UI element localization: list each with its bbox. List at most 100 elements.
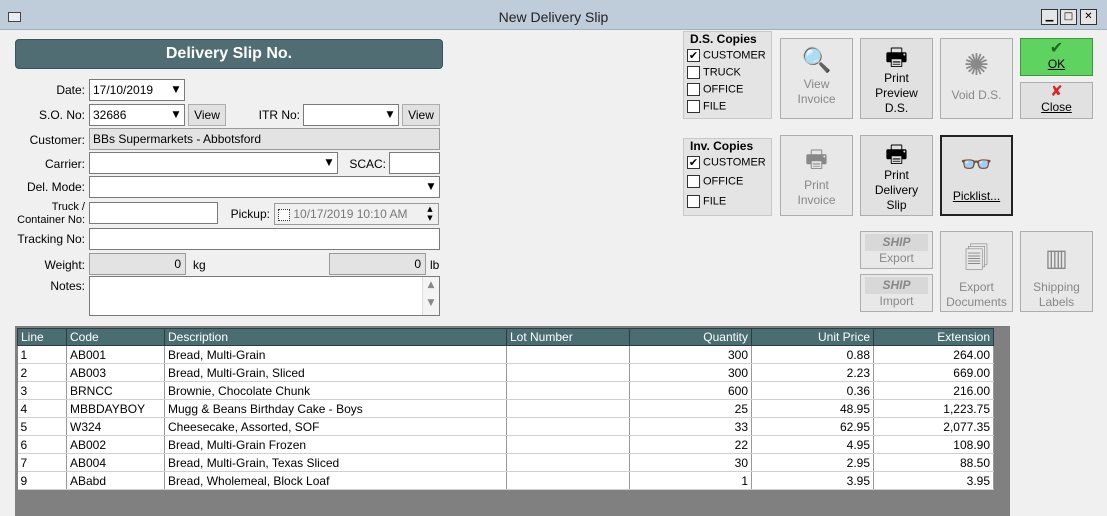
cell-code[interactable]: AB002 [66, 435, 165, 454]
cell-code[interactable]: W324 [66, 417, 165, 436]
cell-unit-price[interactable]: 2.23 [751, 363, 874, 382]
minimize-button[interactable]: ▁ [1041, 9, 1058, 25]
scac-input[interactable] [389, 152, 440, 174]
so-view-button[interactable]: View [188, 104, 226, 126]
cell-description[interactable]: Brownie, Chocolate Chunk [164, 381, 507, 400]
inv-copy-file[interactable]: FILE [687, 195, 726, 208]
chevron-down-icon[interactable]: ▼ [168, 80, 184, 100]
checkbox-icon[interactable] [687, 195, 700, 208]
cell-code[interactable]: MBBDAYBOY [66, 399, 165, 418]
cell-extension[interactable]: 88.50 [873, 453, 994, 472]
ok-button[interactable]: ✔ OK [1020, 38, 1093, 76]
pickup-checkbox[interactable] [278, 208, 290, 221]
table-row[interactable]: 5 W324 Cheesecake, Assorted, SOF 33 62.95 2,0… [17, 417, 994, 436]
so-number-select[interactable]: 32686 ▼ [89, 104, 185, 126]
checkbox-icon[interactable] [687, 83, 700, 96]
cell-description[interactable]: Cheesecake, Assorted, SOF [164, 417, 507, 436]
chevron-down-icon[interactable]: ▼ [168, 105, 184, 125]
table-row[interactable]: 6 AB002 Bread, Multi-Grain Frozen 22 4.95 108… [17, 435, 994, 454]
col-header-line[interactable]: Line [17, 328, 67, 346]
cell-code[interactable]: ABabd [66, 471, 165, 490]
cell-description[interactable]: Bread, Multi-Grain Frozen [164, 435, 507, 454]
ship-import-button[interactable]: SHIP Import [860, 274, 933, 312]
cell-extension[interactable]: 1,223.75 [873, 399, 994, 418]
cell-quantity[interactable]: 600 [629, 381, 752, 400]
cell-quantity[interactable]: 1 [629, 471, 752, 490]
cell-line[interactable]: 1 [17, 345, 67, 364]
truck-container-input[interactable] [89, 202, 218, 224]
cell-quantity[interactable]: 300 [629, 345, 752, 364]
cell-lot-number[interactable] [506, 453, 630, 472]
cell-extension[interactable]: 108.90 [873, 435, 994, 454]
ds-copy-office[interactable]: OFFICE [687, 83, 743, 96]
cell-unit-price[interactable]: 62.95 [751, 417, 874, 436]
checkbox-icon[interactable] [687, 100, 700, 113]
date-field[interactable]: 17/10/2019 ▼ [89, 79, 185, 101]
spinner-icon[interactable]: ▲ ▼ [422, 204, 438, 224]
cell-line[interactable]: 9 [17, 471, 67, 490]
close-window-button[interactable]: ✕ [1080, 9, 1097, 25]
ship-export-button[interactable]: SHIP Export [860, 231, 933, 269]
shipping-labels-button[interactable]: ▥ Shipping Labels [1020, 231, 1093, 312]
inv-copy-customer[interactable]: ✔ CUSTOMER [687, 156, 766, 169]
cell-line[interactable]: 2 [17, 363, 67, 382]
checkbox-icon[interactable] [687, 66, 700, 79]
col-header-quantity[interactable]: Quantity [629, 328, 752, 346]
cell-unit-price[interactable]: 3.95 [751, 471, 874, 490]
cell-extension[interactable]: 3.95 [873, 471, 994, 490]
chevron-down-icon[interactable]: ▼ [321, 153, 337, 173]
table-row[interactable]: 3 BRNCC Brownie, Chocolate Chunk 600 0.36 216… [17, 381, 994, 400]
cell-lot-number[interactable] [506, 345, 630, 364]
view-invoice-button[interactable]: 🔍 View Invoice [780, 38, 853, 119]
cell-quantity[interactable]: 300 [629, 363, 752, 382]
export-documents-button[interactable]: 🗐 Export Documents [940, 231, 1013, 312]
cell-quantity[interactable]: 33 [629, 417, 752, 436]
col-header-unit-price[interactable]: Unit Price [751, 328, 874, 346]
itr-view-button[interactable]: View [402, 104, 440, 126]
chevron-down-icon[interactable]: ▼ [423, 177, 439, 197]
tracking-input[interactable] [89, 228, 440, 250]
cell-code[interactable]: AB001 [66, 345, 165, 364]
cell-lot-number[interactable] [506, 363, 630, 382]
cell-quantity[interactable]: 25 [629, 399, 752, 418]
cell-extension[interactable]: 216.00 [873, 381, 994, 400]
cell-code[interactable]: AB003 [66, 363, 165, 382]
cell-code[interactable]: AB004 [66, 453, 165, 472]
cell-extension[interactable]: 2,077.35 [873, 417, 994, 436]
cell-line[interactable]: 4 [17, 399, 67, 418]
pickup-datetime[interactable]: 10/17/2019 10:10 AM ▲ ▼ [274, 203, 439, 225]
cell-unit-price[interactable]: 0.88 [751, 345, 874, 364]
col-header-description[interactable]: Description [164, 328, 507, 346]
table-row[interactable]: 4 MBBDAYBOY Mugg & Beans Birthday Cake - B… [17, 399, 994, 418]
cell-line[interactable]: 3 [17, 381, 67, 400]
void-ds-button[interactable]: ✺ Void D.S. [940, 38, 1013, 119]
ds-copy-file[interactable]: FILE [687, 100, 726, 113]
cell-line[interactable]: 5 [17, 417, 67, 436]
items-grid[interactable]: Line Code Description Lot Number Quantit… [15, 326, 1010, 516]
notes-scrollbar[interactable]: ▲ ▼ [422, 277, 439, 315]
cell-quantity[interactable]: 30 [629, 453, 752, 472]
cell-code[interactable]: BRNCC [66, 381, 165, 400]
table-row[interactable]: 2 AB003 Bread, Multi-Grain, Sliced 300 2.23 6… [17, 363, 994, 382]
checkbox-icon[interactable] [687, 175, 700, 188]
print-delivery-slip-button[interactable]: 🖶 Print Delivery Slip [860, 135, 933, 216]
table-row[interactable]: 9 ABabd Bread, Wholemeal, Block Loaf 1 3.95 3… [17, 471, 994, 490]
table-row[interactable]: 1 AB001 Bread, Multi-Grain 300 0.88 264.00 [17, 345, 994, 364]
col-header-lot-number[interactable]: Lot Number [506, 328, 630, 346]
cell-unit-price[interactable]: 2.95 [751, 453, 874, 472]
notes-textarea[interactable]: ▲ ▼ [89, 276, 440, 316]
col-header-code[interactable]: Code [66, 328, 165, 346]
carrier-select[interactable]: ▼ [89, 152, 338, 174]
cell-description[interactable]: Bread, Wholemeal, Block Loaf [164, 471, 507, 490]
cell-description[interactable]: Bread, Multi-Grain, Sliced [164, 363, 507, 382]
cell-lot-number[interactable] [506, 417, 630, 436]
print-invoice-button[interactable]: 🖶 Print Invoice [780, 135, 853, 216]
ds-copy-truck[interactable]: TRUCK [687, 66, 741, 79]
cell-description[interactable]: Mugg & Beans Birthday Cake - Boys [164, 399, 507, 418]
checkbox-icon[interactable]: ✔ [687, 156, 700, 169]
col-header-extension[interactable]: Extension [873, 328, 994, 346]
picklist-button[interactable]: 👓 Picklist... [940, 135, 1013, 216]
inv-copy-office[interactable]: OFFICE [687, 175, 743, 188]
cell-lot-number[interactable] [506, 471, 630, 490]
cell-unit-price[interactable]: 4.95 [751, 435, 874, 454]
